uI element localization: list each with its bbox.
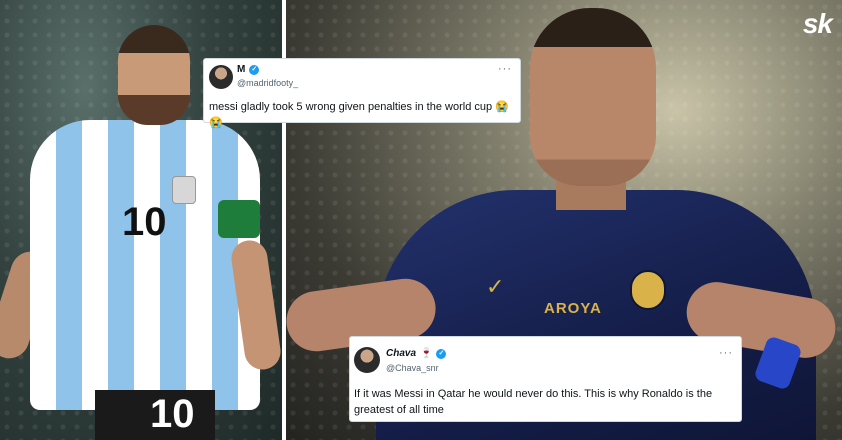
tweet-header: Chava 🍷 ✓ bbox=[386, 348, 447, 359]
tweet-text: messi gladly took 5 wrong given penaltie… bbox=[209, 101, 509, 129]
tweet-card[interactable]: M ✓ @madridfooty_ ··· messi gladly took … bbox=[203, 58, 521, 129]
shorts-number: 10 bbox=[150, 392, 195, 436]
player-head bbox=[118, 25, 190, 125]
avatar[interactable] bbox=[209, 65, 233, 89]
player-head bbox=[530, 8, 656, 186]
display-name[interactable]: M bbox=[237, 64, 245, 75]
sponsor-text: AROYA bbox=[544, 300, 602, 317]
club-crest-icon bbox=[630, 270, 666, 310]
captain-armband bbox=[218, 200, 260, 238]
jersey-number: 10 bbox=[122, 200, 167, 244]
user-handle[interactable]: @Chava_snr bbox=[386, 363, 439, 373]
user-handle[interactable]: @madridfooty_ bbox=[237, 78, 298, 88]
sportskeeda-logo: sk bbox=[802, 8, 833, 39]
more-options-icon[interactable]: ··· bbox=[498, 63, 512, 75]
avatar[interactable] bbox=[354, 347, 380, 373]
tweet-text: If it was Messi in Qatar he would never … bbox=[354, 388, 713, 416]
crest-icon bbox=[172, 176, 196, 204]
tweet-card[interactable]: Chava 🍷 ✓ @Chava_snr ··· If it was Messi… bbox=[349, 336, 742, 422]
argentina-jersey bbox=[30, 120, 260, 410]
display-name[interactable]: Chava bbox=[386, 348, 416, 359]
wine-glass-icon: 🍷 bbox=[420, 348, 433, 359]
tweet-header: M ✓ bbox=[237, 64, 260, 75]
verified-badge-icon: ✓ bbox=[249, 64, 260, 75]
more-options-icon[interactable]: ··· bbox=[719, 347, 733, 359]
verified-badge-icon: ✓ bbox=[436, 348, 447, 359]
swoosh-logo-icon: ✓ bbox=[486, 274, 505, 299]
